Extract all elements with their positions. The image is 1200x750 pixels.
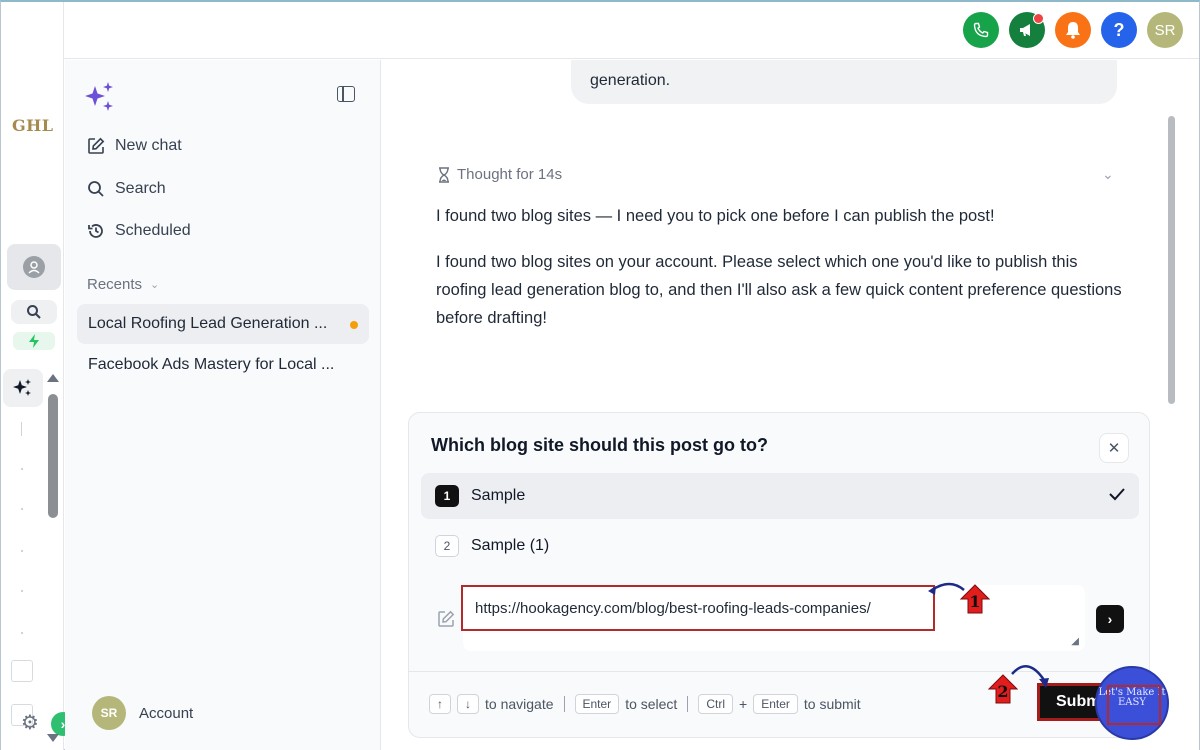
assistant-message: I found two blog sites — I need you to p… [436, 207, 995, 225]
recent-chat-item[interactable]: Local Roofing Lead Generation ... [77, 304, 369, 344]
rail-dot [21, 550, 23, 552]
option-2[interactable]: 2 Sample (1) [421, 523, 1139, 569]
annotation-step-1-label: 1 [969, 592, 981, 611]
recent-chat-title: Local Roofing Lead Generation ... [88, 315, 328, 332]
cube-icon[interactable] [11, 660, 33, 682]
divider [687, 696, 689, 712]
key-down: ↓ [457, 694, 479, 714]
hint-navigate: to navigate [485, 696, 554, 712]
watermark-logo: Let's Make It EASY [1095, 666, 1169, 740]
assistant-message: I found two blog sites on your account. … [436, 253, 1122, 327]
chat-sidebar: New chat Search Scheduled Recents ⌄ Loca… [65, 60, 381, 750]
key-up: ↑ [429, 694, 451, 714]
user-message-bubble: generation. [571, 60, 1117, 104]
key-enter: Enter [574, 694, 620, 714]
divider [563, 696, 565, 712]
search-icon [27, 305, 41, 319]
user-message-text: generation. [590, 72, 671, 89]
notifications-button[interactable] [1055, 12, 1091, 48]
custom-answer-value[interactable]: https://hookagency.com/blog/best-roofing… [461, 585, 935, 631]
recents-label: Recents [87, 276, 143, 293]
hint-plus: + [739, 696, 748, 712]
sidebar-item-label: New chat [115, 137, 182, 154]
recent-chat-item[interactable]: Facebook Ads Mastery for Local ... [77, 345, 369, 385]
sidebar-item-label: Search [115, 180, 166, 197]
edit-icon [87, 137, 105, 155]
location-icon [23, 256, 45, 278]
search-icon [87, 180, 105, 198]
option-1[interactable]: 1 Sample [421, 473, 1139, 519]
annotation-step-2: 2 [987, 674, 1019, 704]
sidebar-item-scheduled[interactable]: Scheduled [87, 222, 191, 240]
left-rail: GHL ⚙ › [1, 2, 75, 750]
key-ctrl: Ctrl [698, 694, 733, 714]
option-label: Sample [471, 487, 526, 504]
question-title: Which blog site should this post go to? [431, 435, 768, 455]
rail-scrollbar[interactable] [48, 394, 58, 518]
sidebar-item-search[interactable]: Search [87, 180, 166, 198]
chevron-down-icon: ⌄ [150, 279, 160, 291]
bell-icon [1066, 22, 1080, 39]
announcements-button[interactable] [1009, 12, 1045, 48]
edit-icon [437, 610, 455, 633]
option-number: 2 [435, 535, 459, 557]
user-avatar[interactable]: SR [1147, 12, 1183, 48]
top-actions: ? SR [963, 12, 1183, 48]
annotation-step-1: 1 [959, 584, 991, 614]
recents-header[interactable]: Recents ⌄ [87, 276, 159, 293]
rail-divider [21, 422, 22, 436]
rail-location-button[interactable] [7, 244, 61, 290]
watermark-frame [1107, 685, 1161, 725]
sparkles-icon [13, 379, 31, 396]
keyboard-hints: ↑ ↓ to navigate Enter to select Ctrl + E… [429, 694, 861, 714]
close-button[interactable]: ✕ [1099, 433, 1129, 463]
rail-search-button[interactable] [11, 300, 57, 324]
rail-ai-button[interactable] [3, 369, 43, 407]
thought-label: Thought for 14s [457, 166, 563, 183]
sidebar-item-label: Scheduled [115, 222, 191, 239]
rail-bolt-button[interactable] [13, 332, 55, 350]
resize-handle-icon[interactable]: ◢ [1071, 636, 1079, 647]
rail-dot [21, 632, 23, 634]
close-icon: ✕ [1107, 440, 1121, 457]
rail-dot [21, 508, 23, 510]
key-enter: Enter [753, 694, 798, 714]
hint-select: to select [625, 696, 678, 712]
checkmark-icon [1109, 485, 1125, 506]
recent-chat-title: Facebook Ads Mastery for Local ... [88, 356, 335, 373]
account-avatar: SR [92, 696, 126, 730]
annotation-step-2-label: 2 [997, 682, 1009, 701]
rail-scroll-up-icon[interactable] [47, 374, 59, 382]
history-icon [87, 222, 105, 240]
help-button[interactable]: ? [1101, 12, 1137, 48]
sidebar-item-new-chat[interactable]: New chat [87, 137, 182, 155]
thought-toggle[interactable]: Thought for 14s [438, 166, 562, 183]
sidebar-toggle-icon[interactable] [337, 86, 355, 102]
chevron-right-icon: › [1107, 611, 1113, 627]
option-label: Sample (1) [471, 537, 550, 554]
rail-dot [21, 468, 23, 470]
rail-scroll-down-icon[interactable] [47, 734, 59, 742]
rail-dot [21, 590, 23, 592]
top-bar: ? SR [64, 2, 1199, 59]
unread-dot [350, 321, 358, 329]
option-number: 1 [435, 485, 459, 507]
gear-icon[interactable]: ⚙ [21, 710, 39, 735]
megaphone-icon [1020, 24, 1030, 36]
chevron-down-icon[interactable]: ⌄ [1102, 166, 1114, 183]
account-menu[interactable]: SR Account [92, 696, 193, 730]
hint-submit: to submit [803, 696, 861, 712]
sparkles-logo-icon [83, 80, 117, 119]
send-custom-answer-button[interactable]: › [1096, 605, 1124, 633]
ghl-logo: GHL [12, 116, 54, 135]
notification-badge [1033, 13, 1044, 24]
chat-scrollbar[interactable] [1168, 116, 1175, 404]
phone-icon [973, 22, 989, 38]
account-label: Account [139, 704, 194, 722]
chat-main: generation. Thought for 14s ⌄ I found tw… [381, 60, 1199, 750]
bolt-icon [29, 334, 39, 348]
phone-button[interactable] [963, 12, 999, 48]
hourglass-icon [439, 166, 449, 183]
